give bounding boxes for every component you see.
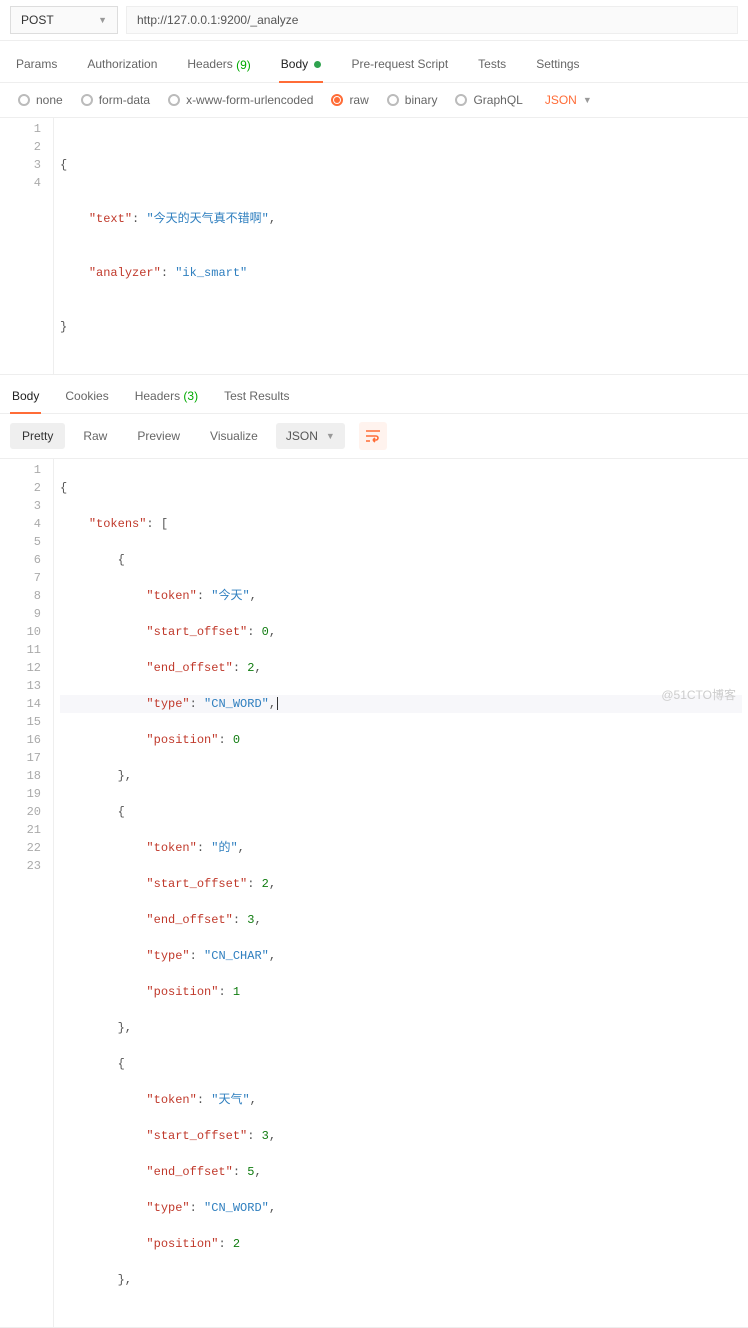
- response-toolbar: Pretty Raw Preview Visualize JSON ▼: [0, 414, 748, 459]
- response-tabs: Body Cookies Headers (3) Test Results: [0, 375, 748, 414]
- body-format-dropdown[interactable]: JSON ▼: [545, 93, 592, 107]
- resp-tab-testresults[interactable]: Test Results: [222, 385, 291, 413]
- url-input[interactable]: [126, 6, 738, 34]
- tab-body-label: Body: [281, 57, 308, 71]
- resp-headers-label: Headers: [135, 389, 180, 403]
- resp-tab-cookies[interactable]: Cookies: [63, 385, 110, 413]
- line-gutter: 1234567891011121314151617181920212223: [0, 459, 54, 1327]
- response-body-editor[interactable]: 1234567891011121314151617181920212223 { …: [0, 459, 748, 1328]
- http-method-label: POST: [21, 13, 54, 27]
- raw-button[interactable]: Raw: [71, 423, 119, 449]
- tab-params[interactable]: Params: [14, 51, 59, 82]
- tab-headers-label: Headers: [187, 57, 232, 71]
- tab-prerequest[interactable]: Pre-request Script: [349, 51, 450, 82]
- tab-tests[interactable]: Tests: [476, 51, 508, 82]
- radio-binary[interactable]: binary: [387, 93, 438, 107]
- radio-urlencoded[interactable]: x-www-form-urlencoded: [168, 93, 313, 107]
- resp-tab-body[interactable]: Body: [10, 385, 41, 413]
- body-format-label: JSON: [545, 93, 577, 107]
- radio-raw[interactable]: raw: [331, 93, 368, 107]
- request-tabs: Params Authorization Headers (9) Body Pr…: [0, 41, 748, 83]
- line-gutter: 1234: [0, 118, 54, 374]
- tab-authorization[interactable]: Authorization: [85, 51, 159, 82]
- radio-none[interactable]: none: [18, 93, 63, 107]
- chevron-down-icon: ▼: [98, 15, 107, 25]
- watermark: @51CTO博客: [661, 686, 736, 703]
- request-body-editor[interactable]: 1234 { "text": "今天的天气真不错啊", "analyzer": …: [0, 118, 748, 375]
- code-area[interactable]: { "tokens": [ { "token": "今天", "start_of…: [54, 459, 748, 1327]
- resp-headers-count: (3): [183, 389, 198, 403]
- response-format-label: JSON: [286, 429, 318, 443]
- body-active-dot-icon: [314, 61, 321, 68]
- pretty-button[interactable]: Pretty: [10, 423, 65, 449]
- code-area[interactable]: { "text": "今天的天气真不错啊", "analyzer": "ik_s…: [54, 118, 748, 374]
- http-method-dropdown[interactable]: POST ▼: [10, 6, 118, 34]
- preview-button[interactable]: Preview: [125, 423, 192, 449]
- resp-tab-headers[interactable]: Headers (3): [133, 385, 200, 413]
- radio-graphql[interactable]: GraphQL: [455, 93, 522, 107]
- body-type-row: none form-data x-www-form-urlencoded raw…: [0, 83, 748, 118]
- response-format-dropdown[interactable]: JSON ▼: [276, 423, 345, 449]
- tab-headers[interactable]: Headers (9): [185, 51, 252, 82]
- chevron-down-icon: ▼: [326, 431, 335, 441]
- request-url-bar: POST ▼: [0, 0, 748, 41]
- radio-formdata[interactable]: form-data: [81, 93, 150, 107]
- tab-settings[interactable]: Settings: [534, 51, 581, 82]
- chevron-down-icon: ▼: [583, 95, 592, 105]
- visualize-button[interactable]: Visualize: [198, 423, 270, 449]
- wrap-lines-icon[interactable]: [359, 422, 387, 450]
- headers-count: (9): [236, 58, 251, 72]
- tab-body[interactable]: Body: [279, 51, 324, 82]
